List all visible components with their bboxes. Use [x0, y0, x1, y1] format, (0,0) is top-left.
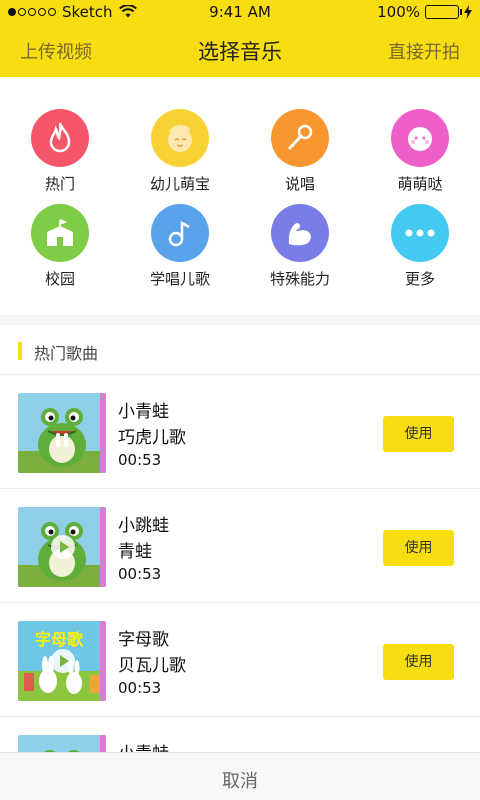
frog-thumbnail[interactable] [18, 507, 106, 587]
category-label: 说唱 [284, 175, 315, 193]
song-title: 小青蛙 [118, 402, 169, 422]
song-duration: 00:53 [118, 679, 162, 697]
thumbnail-edge [100, 507, 106, 587]
song-row[interactable]: 字母歌 字母歌 贝瓦儿歌 00:53 使用 [0, 603, 480, 717]
status-right: 100% [377, 3, 472, 21]
song-title: 字母歌 [118, 630, 169, 650]
category-learn-songs[interactable]: 学唱儿歌 [120, 204, 240, 289]
flame-icon [31, 109, 89, 167]
thumbnail-edge [100, 621, 106, 701]
song-duration: 00:53 [118, 451, 162, 469]
song-title: 小跳蛙 [118, 516, 169, 536]
category-label: 萌萌哒 [397, 175, 443, 193]
thumbnail-caption: 字母歌 [34, 630, 83, 649]
muscle-arm-icon [271, 204, 329, 262]
category-cute[interactable]: 萌萌哒 [360, 109, 480, 194]
shoot-directly-button[interactable]: 直接开拍 [388, 38, 460, 64]
thumbnail-edge [100, 393, 106, 473]
use-button[interactable]: 使用 [383, 416, 454, 452]
category-baby[interactable]: 幼儿萌宝 [120, 109, 240, 194]
charging-icon [464, 5, 472, 19]
category-label: 特殊能力 [269, 270, 330, 288]
category-label: 更多 [404, 270, 435, 288]
song-row[interactable]: 小跳蛙 青蛙 00:53 使用 [0, 489, 480, 603]
cancel-button[interactable]: 取消 [0, 767, 480, 793]
microphone-icon [271, 109, 329, 167]
section-title: 热门歌曲 [34, 344, 99, 363]
frog-thumbnail[interactable] [18, 393, 106, 473]
play-icon[interactable] [51, 535, 75, 559]
category-grid: 热门 幼儿萌宝 说唱 萌萌哒 校园 学唱儿歌 特殊能力 更多 [0, 77, 480, 315]
section-accent-bar [18, 342, 22, 360]
category-hot[interactable]: 热门 [0, 109, 120, 194]
cancel-bar: 取消 [0, 752, 480, 800]
more-dots-icon [391, 204, 449, 262]
top-bar: Sketch 9:41 AM 100% 上传视频 选择音乐 直接开拍 [0, 0, 480, 77]
school-icon [31, 204, 89, 262]
category-campus[interactable]: 校园 [0, 204, 120, 289]
category-label: 幼儿萌宝 [149, 175, 210, 193]
category-more[interactable]: 更多 [360, 204, 480, 289]
status-bar: Sketch 9:41 AM 100% [0, 0, 480, 26]
song-artist: 青蛙 [118, 542, 152, 562]
section-header: 热门歌曲 [0, 325, 480, 375]
play-icon[interactable] [51, 649, 75, 673]
song-artist: 贝瓦儿歌 [118, 656, 186, 676]
battery-icon [425, 5, 462, 19]
use-button[interactable]: 使用 [383, 644, 454, 680]
cute-face-icon [391, 109, 449, 167]
baby-face-icon [151, 109, 209, 167]
song-artist: 巧虎儿歌 [118, 428, 186, 448]
use-button[interactable]: 使用 [383, 530, 454, 566]
hot-songs-section: 热门歌曲 小青蛙 巧虎儿歌 00:53 使用 小跳蛙 青蛙 00:53 使用 字… [0, 325, 480, 800]
battery-percent: 100% [377, 3, 420, 21]
song-duration: 00:53 [118, 565, 162, 583]
music-note-icon [151, 204, 209, 262]
category-label: 校园 [44, 270, 75, 288]
alphabet-song-thumbnail[interactable]: 字母歌 [18, 621, 106, 701]
category-special-ability[interactable]: 特殊能力 [240, 204, 360, 289]
category-rap[interactable]: 说唱 [240, 109, 360, 194]
category-label: 热门 [44, 175, 75, 193]
category-label: 学唱儿歌 [149, 270, 210, 288]
song-row[interactable]: 小青蛙 巧虎儿歌 00:53 使用 [0, 375, 480, 489]
